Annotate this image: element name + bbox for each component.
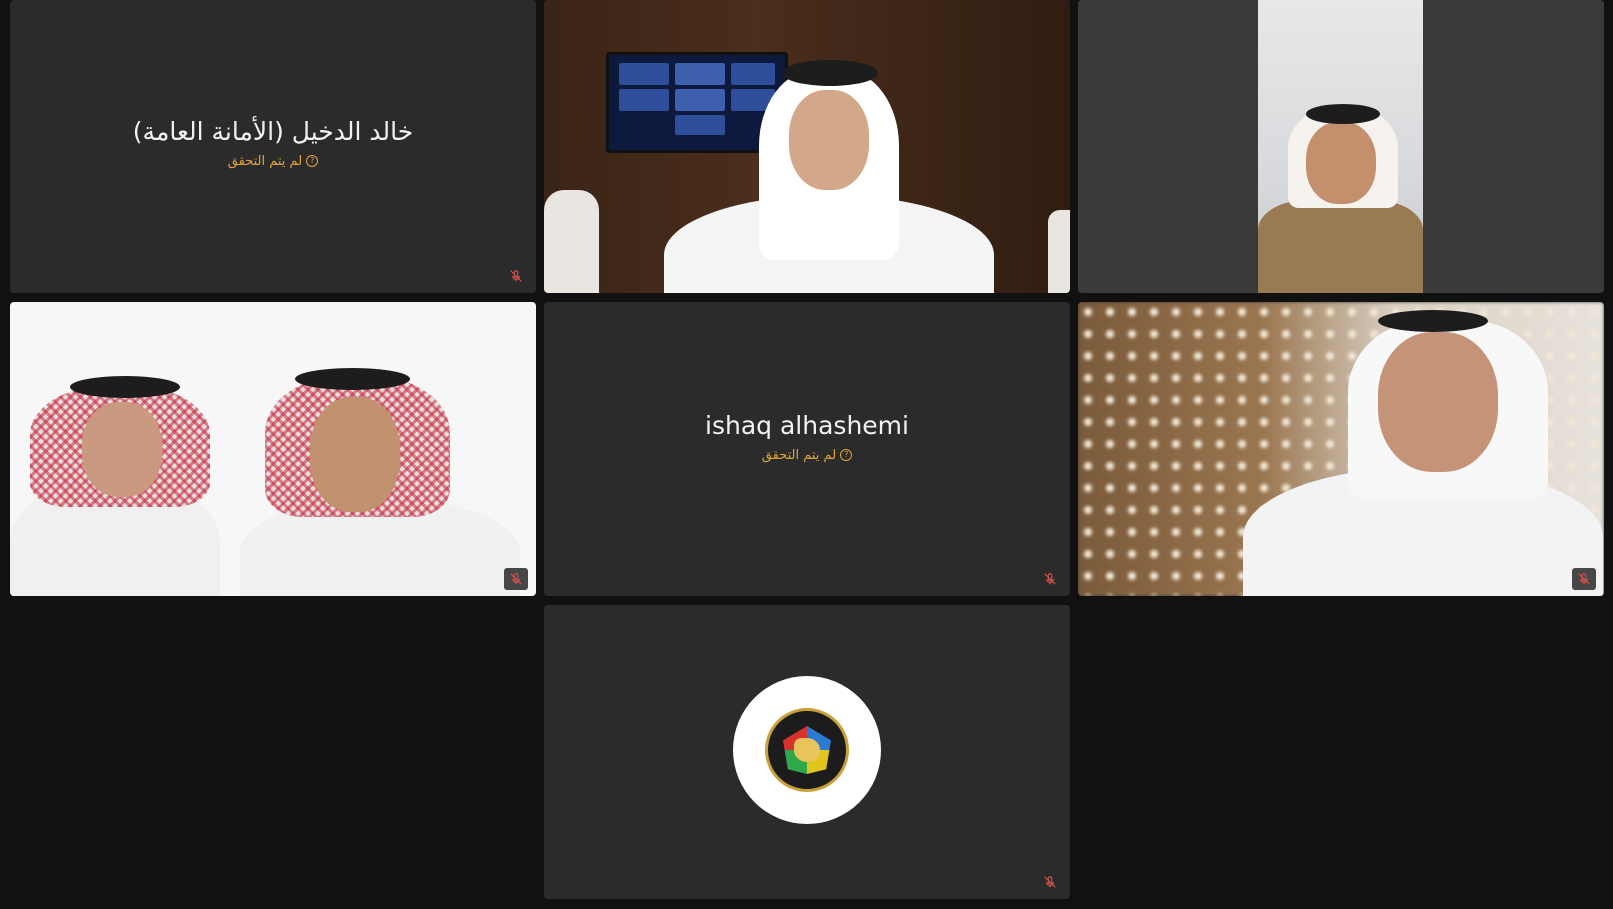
verification-status: ? لم يتم التحقق xyxy=(227,153,319,169)
video-feed xyxy=(10,302,536,596)
participant-tile[interactable]: خالد الدخيل (الأمانة العامة) ? لم يتم ال… xyxy=(10,0,536,293)
participant-tile[interactable] xyxy=(544,605,1070,899)
participant-tile[interactable] xyxy=(1078,302,1604,596)
mic-off-icon xyxy=(504,568,528,590)
mic-off-icon xyxy=(1038,871,1062,893)
video-feed xyxy=(544,0,1070,293)
question-circle-icon: ? xyxy=(306,155,319,167)
participant-name: خالد الدخيل (الأمانة العامة) xyxy=(132,117,414,146)
verification-status-label: لم يتم التحقق xyxy=(227,153,303,169)
gcc-emblem-icon xyxy=(765,708,849,792)
avatar xyxy=(733,676,881,824)
mic-off-icon xyxy=(504,265,528,287)
participant-name: ishaq alhashemi xyxy=(705,411,909,440)
verification-status-label: لم يتم التحقق xyxy=(761,447,837,463)
mic-off-icon xyxy=(1572,568,1596,590)
video-feed xyxy=(1078,0,1604,293)
participant-info: ishaq alhashemi ? لم يتم التحقق xyxy=(544,410,1070,463)
participant-info: خالد الدخيل (الأمانة العامة) ? لم يتم ال… xyxy=(10,116,536,169)
participant-tile[interactable] xyxy=(10,302,536,596)
participant-tile[interactable] xyxy=(1078,0,1604,293)
mic-off-icon xyxy=(1038,568,1062,590)
video-call-grid: خالد الدخيل (الأمانة العامة) ? لم يتم ال… xyxy=(0,0,1613,909)
verification-status: ? لم يتم التحقق xyxy=(761,447,853,463)
participant-tile[interactable]: ishaq alhashemi ? لم يتم التحقق xyxy=(544,302,1070,596)
participant-tile[interactable] xyxy=(544,0,1070,293)
question-circle-icon: ? xyxy=(840,449,853,461)
